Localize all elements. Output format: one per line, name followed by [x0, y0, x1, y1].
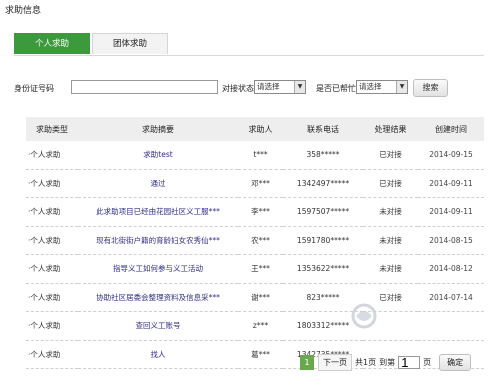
tab-group-help[interactable]: 团体求助 [92, 33, 168, 54]
cell-result: 未对接 [363, 226, 418, 255]
chevron-down-icon: ▼ [294, 81, 305, 93]
cell-date: 2014-09-11 [418, 197, 484, 227]
col-header-person: 求助人 [238, 117, 283, 141]
cell-abstract: 通过 [78, 169, 238, 198]
cell-person: t*** [238, 141, 283, 170]
cell-type: ·个人求助 [26, 141, 78, 170]
goto-page-input[interactable] [398, 356, 421, 369]
cell-person: 李*** [238, 197, 283, 227]
abstract-link[interactable]: 找人 [151, 350, 166, 359]
table-row: ·个人求助 现有北街街户籍的育龄妇女农秀仙*** 农*** 1591780***… [26, 226, 484, 255]
cell-type: ·个人求助 [26, 169, 78, 198]
abstract-link[interactable]: 求助test [143, 150, 172, 159]
tab-personal-help[interactable]: 个人求助 [14, 33, 90, 54]
cell-person: 农*** [238, 226, 283, 255]
filter-bar: 身份证号码 对接状态 请选择 ▼ 是否已帮忙 请选择 ▼ 搜索 [14, 78, 484, 98]
cell-person: 邓*** [238, 169, 283, 198]
cell-date: 2014-09-11 [418, 169, 484, 198]
cell-type: ·个人求助 [26, 197, 78, 227]
cell-abstract: 现有北街街户籍的育龄妇女农秀仙*** [78, 226, 238, 255]
table-row: ·个人求助 求助test t*** 358***** 已对接 2014-09-1… [26, 141, 484, 170]
cell-result: 已对接 [363, 169, 418, 198]
cell-abstract: 协助社区居委会整理资料及信息采*** [78, 283, 238, 312]
cell-abstract: 求助test [78, 141, 238, 170]
helped-select-value: 请选择 [359, 82, 382, 91]
cell-phone: 1353622***** [283, 254, 363, 284]
cell-person: 王*** [238, 254, 283, 284]
goto-label: 到第 [379, 358, 396, 367]
col-header-date: 创建时间 [418, 117, 484, 141]
page-unit-label: 页 [423, 358, 432, 367]
next-page-button[interactable]: 下一页 [318, 354, 352, 371]
cell-date: 2014-08-15 [418, 226, 484, 255]
id-number-input[interactable] [71, 80, 218, 94]
table-row: ·个人求助 指导义工如何参与义工活动 王*** 1353622***** 未对接… [26, 254, 484, 284]
cell-phone: 358***** [283, 141, 363, 170]
cell-abstract: 此求助项目已经由花园社区义工服*** [78, 197, 238, 227]
status-label: 对接状态 [222, 84, 254, 93]
cell-type: ·个人求助 [26, 283, 78, 312]
abstract-link[interactable]: 此求助项目已经由花园社区义工服*** [96, 207, 220, 216]
cell-person: z*** [238, 311, 283, 341]
cell-person: 葛*** [238, 340, 283, 369]
cell-date: 2014-08-12 [418, 254, 484, 284]
abstract-link[interactable]: 协助社区居委会整理资料及信息采*** [96, 293, 220, 302]
cell-phone: 1591780***** [283, 226, 363, 255]
watermark-logo [350, 300, 490, 350]
helped-select[interactable]: 请选择 ▼ [356, 80, 408, 94]
cell-abstract: 查回义工账号 [78, 311, 238, 341]
search-button[interactable]: 搜索 [413, 79, 448, 97]
total-pages-text: 共1页 [355, 358, 377, 367]
cell-type: ·个人求助 [26, 340, 78, 369]
cell-abstract: 指导义工如何参与义工活动 [78, 254, 238, 284]
cell-type: ·个人求助 [26, 254, 78, 284]
abstract-link[interactable]: 指导义工如何参与义工活动 [113, 264, 203, 273]
cell-phone: 1342497***** [283, 169, 363, 198]
page-title: 求助信息 [5, 6, 42, 16]
abstract-link[interactable]: 现有北街街户籍的育龄妇女农秀仙*** [96, 236, 220, 245]
cell-result: 已对接 [363, 141, 418, 170]
id-number-label: 身份证号码 [14, 84, 54, 93]
tab-divider [14, 55, 484, 56]
pagination: 1 下一页 共1页 到第 页 确定 [300, 354, 472, 371]
cell-type: ·个人求助 [26, 311, 78, 341]
helped-label: 是否已帮忙 [316, 84, 356, 93]
chevron-down-icon: ▼ [396, 81, 407, 93]
cell-date: 2014-09-15 [418, 141, 484, 170]
status-select-value: 请选择 [257, 82, 280, 91]
cell-abstract: 找人 [78, 340, 238, 369]
table-row: ·个人求助 通过 邓*** 1342497***** 已对接 2014-09-1… [26, 169, 484, 198]
table-header-row: 求助类型 求助摘要 求助人 联系电话 处理结果 创建时间 [26, 117, 484, 141]
col-header-phone: 联系电话 [283, 117, 363, 141]
cell-result: 未对接 [363, 254, 418, 284]
status-select[interactable]: 请选择 ▼ [254, 80, 306, 94]
abstract-link[interactable]: 通过 [151, 179, 166, 188]
cell-phone: 1597507***** [283, 197, 363, 227]
tab-bar: 个人求助 团体求助 [14, 33, 168, 55]
watermark-graphic [351, 303, 377, 329]
col-header-abstract: 求助摘要 [78, 117, 238, 141]
cell-type: ·个人求助 [26, 226, 78, 255]
col-header-type: 求助类型 [26, 117, 78, 141]
table-row: ·个人求助 此求助项目已经由花园社区义工服*** 李*** 1597507***… [26, 197, 484, 227]
cell-result: 未对接 [363, 197, 418, 227]
confirm-button[interactable]: 确定 [439, 354, 472, 371]
abstract-link[interactable]: 查回义工账号 [136, 321, 181, 330]
current-page[interactable]: 1 [300, 355, 314, 370]
col-header-result: 处理结果 [363, 117, 418, 141]
cell-person: 谢*** [238, 283, 283, 312]
